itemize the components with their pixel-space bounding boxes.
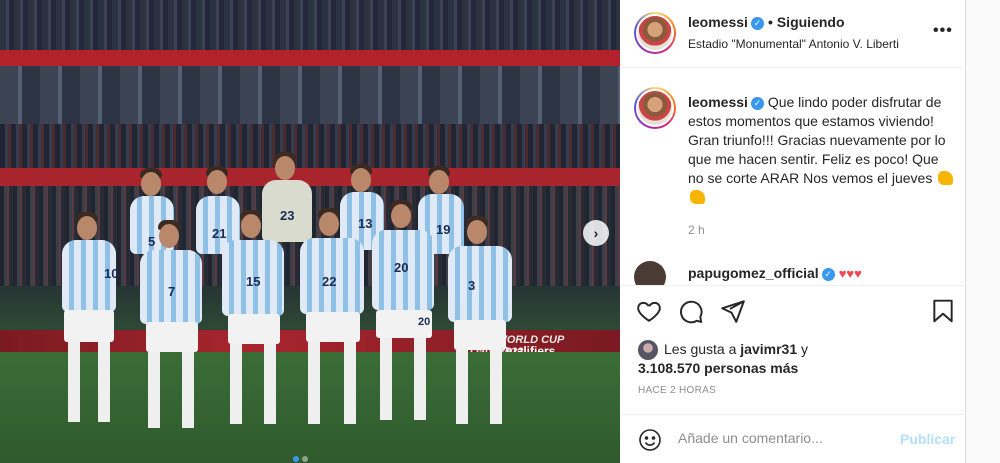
comment-username[interactable]: papugomez_official: [688, 265, 819, 281]
verified-badge-icon: ✓: [750, 17, 764, 30]
avatar[interactable]: [634, 261, 666, 285]
jersey-number: 13: [358, 216, 373, 231]
ellipsis-icon[interactable]: •••: [933, 22, 953, 40]
jersey-number: 15: [246, 274, 261, 289]
share-icon[interactable]: [720, 298, 746, 324]
carousel-dot: [293, 456, 299, 462]
jersey-number: 23: [280, 208, 295, 223]
likes-connector: y: [801, 341, 808, 357]
comment-preview: papugomez_official ✓ ♥♥♥: [634, 261, 862, 285]
location-link[interactable]: Estadio "Monumental" Antonio V. Liberti: [688, 37, 899, 51]
stadium-stands: [0, 0, 620, 52]
caption-username[interactable]: leomessi: [688, 94, 748, 110]
jersey-number: 20: [418, 316, 431, 328]
jersey-number: 5: [148, 234, 156, 249]
verified-badge-icon: ✓: [750, 97, 764, 110]
verified-badge-icon: ✓: [821, 268, 835, 281]
liker-username[interactable]: javimr31: [740, 341, 797, 357]
jersey-number: 21: [212, 226, 227, 241]
jersey-number: 10: [104, 266, 119, 281]
caption-time[interactable]: 2 h: [688, 223, 705, 237]
instagram-post: FIFA WORLD CUP Qatar2022 Qualifiers 5 21…: [0, 0, 966, 463]
jersey-number: 19: [436, 222, 451, 237]
post-timestamp[interactable]: HACE 2 HORAS: [638, 385, 716, 396]
avatar[interactable]: [634, 87, 676, 129]
likes-count[interactable]: 3.108.570 personas más: [638, 359, 958, 378]
caption-area: leomessi ✓ Que lindo poder disfrutar de e…: [620, 69, 966, 285]
likes-summary[interactable]: Les gusta a javimr31 y 3.108.570 persona…: [638, 340, 958, 378]
stadium-band-lower: [0, 168, 620, 186]
post-sidebar: leomessi ✓ • Siguiendo Estadio "Monumental"…: [620, 0, 966, 463]
jersey-number: 3: [468, 278, 476, 293]
action-bar: [620, 285, 966, 337]
jersey-number: 7: [168, 284, 176, 299]
bookmark-icon[interactable]: [930, 298, 956, 324]
comment-composer: Publicar: [620, 414, 966, 463]
carousel-dot: [302, 456, 308, 462]
flexed-biceps-icon: [938, 171, 954, 185]
avatar[interactable]: [634, 12, 676, 54]
jersey-number: 22: [322, 274, 337, 289]
likes-line: Les gusta a javimr31 y: [638, 340, 958, 359]
publish-button[interactable]: Publicar: [900, 431, 955, 447]
emoji-icon[interactable]: [638, 428, 662, 452]
stadium-band: [0, 50, 620, 66]
stadium-crowd: [0, 124, 620, 168]
jersey-number: 20: [394, 260, 409, 275]
red-hearts-icon: ♥♥♥: [838, 266, 862, 281]
comment-icon[interactable]: [678, 298, 704, 324]
following-button[interactable]: Siguiendo: [777, 14, 845, 30]
avatar: [638, 340, 658, 360]
chevron-right-icon[interactable]: ›: [583, 220, 609, 246]
stadium-tier: [0, 66, 620, 124]
header-line: leomessi ✓ • Siguiendo: [688, 14, 845, 30]
separator: •: [767, 14, 773, 30]
carousel-dots: [293, 449, 311, 463]
comment-input[interactable]: [678, 430, 888, 446]
post-header: leomessi ✓ • Siguiendo Estadio "Monumental"…: [620, 0, 966, 68]
heart-icon[interactable]: [636, 298, 662, 324]
post-photo[interactable]: FIFA WORLD CUP Qatar2022 Qualifiers 5 21…: [0, 0, 620, 463]
username-link[interactable]: leomessi: [688, 14, 748, 30]
flexed-biceps-icon: [690, 190, 705, 204]
caption-text: leomessi ✓ Que lindo poder disfrutar de e…: [688, 93, 956, 207]
likes-prefix: Les gusta a: [664, 341, 737, 357]
